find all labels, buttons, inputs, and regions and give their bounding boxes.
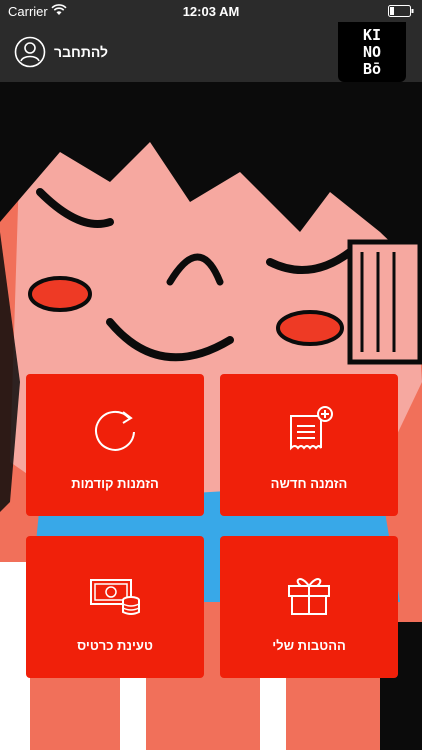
refresh-icon xyxy=(95,410,135,451)
money-icon xyxy=(90,579,140,615)
logo-line: Bō xyxy=(362,60,382,78)
clock: 12:03 AM xyxy=(182,4,240,19)
user-icon xyxy=(14,36,46,68)
login-label: להתחבר xyxy=(54,44,109,60)
nav-bar: להתחבר KI NO Bō xyxy=(0,22,422,82)
status-bar: Carrier 12:03 AM xyxy=(0,0,422,22)
logo-line: NO xyxy=(362,43,382,61)
card-load-tile[interactable]: טעינת כרטיס xyxy=(26,536,204,678)
new-order-tile[interactable]: הזמנה חדשה xyxy=(220,374,398,516)
my-benefits-label: ההטבות שלי xyxy=(272,638,346,653)
logo-line: KI xyxy=(362,26,382,44)
gift-icon xyxy=(288,578,330,615)
previous-orders-tile[interactable]: הזמנות קודמות xyxy=(26,374,204,516)
previous-orders-label: הזמנות קודמות xyxy=(71,476,159,491)
login-button[interactable]: להתחבר xyxy=(14,35,108,69)
card-load-label: טעינת כרטיס xyxy=(77,638,153,653)
new-order-label: הזמנה חדשה xyxy=(270,476,348,491)
kinobo-logo: KI NO Bō xyxy=(338,22,406,82)
battery-icon xyxy=(388,5,414,17)
new-order-icon xyxy=(290,406,333,451)
my-benefits-tile[interactable]: ההטבות שלי xyxy=(220,536,398,678)
